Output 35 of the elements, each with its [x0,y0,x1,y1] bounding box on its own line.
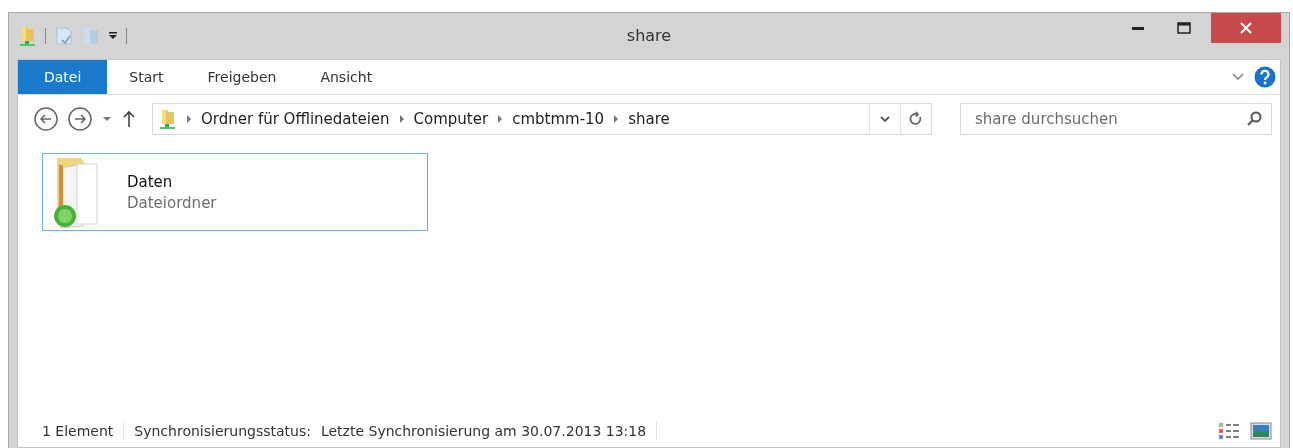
breadcrumb-item[interactable]: cmbtmm-10 [512,110,605,128]
refresh-icon[interactable] [909,111,923,127]
sync-status-label: Synchronisierungsstatus: [134,423,311,439]
breadcrumb-item[interactable]: Computer [413,110,489,128]
chevron-down-icon[interactable] [880,115,890,123]
large-icons-view-icon[interactable] [1250,422,1272,440]
breadcrumb-item[interactable]: share [628,110,670,128]
item-count: 1 Element [42,423,114,439]
details-view-icon[interactable] [1218,422,1240,440]
up-arrow-icon[interactable] [122,110,136,128]
shared-folder-icon [19,25,37,47]
shared-folder-icon [159,108,177,130]
close-button[interactable] [1211,13,1281,43]
window-title: share [626,26,672,45]
customize-dropdown-icon[interactable] [108,31,118,41]
help-icon[interactable] [1254,66,1276,88]
folder-type: Dateiordner [127,193,217,212]
search-icon [1246,111,1262,127]
folder-item[interactable]: Daten Dateiordner [42,153,428,231]
ribbon-tab[interactable]: Ansicht [298,60,395,94]
breadcrumb-item[interactable]: Ordner für Offlinedateien [201,110,390,128]
ribbon-tab[interactable]: Start [107,60,186,94]
forward-icon[interactable] [68,107,92,131]
folder-name: Daten [127,172,174,191]
address-bar[interactable]: Ordner für Offlinedateien Computer cmbtmm-10 share [152,103,932,135]
recent-dropdown-icon[interactable] [102,116,112,122]
search-field[interactable]: share durchsuchen [960,103,1272,135]
maximize-icon [1177,22,1191,34]
sync-status-text: Letzte Synchronisierung am 30.07.2013 13:18 [320,423,647,439]
back-icon[interactable] [34,107,58,131]
minimize-icon [1132,26,1144,30]
ribbon-tab[interactable]: Datei [18,60,108,94]
ribbon-tab[interactable]: Freigeben [185,60,299,94]
close-icon [1240,22,1252,34]
expand-ribbon-icon[interactable] [1232,73,1244,81]
